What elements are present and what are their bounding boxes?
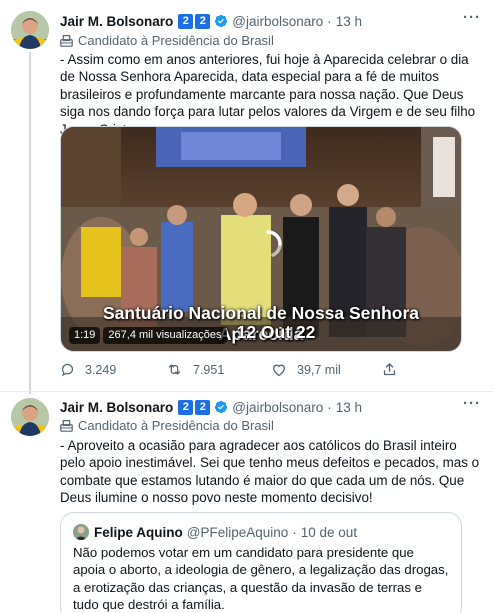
separator-dot: · bbox=[327, 13, 332, 29]
retweet-icon bbox=[168, 364, 181, 375]
reply-icon bbox=[61, 363, 74, 377]
heart-icon bbox=[272, 364, 286, 377]
reply-count: 3.249 bbox=[85, 362, 117, 377]
thread-line bbox=[29, 52, 31, 394]
verified-icon bbox=[215, 400, 228, 414]
badge-two: 2 bbox=[178, 399, 194, 415]
separator-dot: · bbox=[292, 524, 297, 540]
tweet-time[interactable]: 13 h bbox=[336, 400, 362, 415]
share-icon bbox=[383, 363, 396, 376]
like-button[interactable]: 39,7 mil bbox=[271, 362, 341, 377]
video-views: 267,4 mil visualizações bbox=[103, 327, 227, 344]
tweet-time[interactable]: 13 h bbox=[336, 14, 362, 29]
quoted-tweet[interactable]: Felipe Aquino @PFelipeAquino · 10 de out… bbox=[60, 512, 462, 613]
badge-two: 2 bbox=[178, 13, 194, 29]
author-handle[interactable]: @jairbolsonaro bbox=[232, 14, 323, 29]
quote-avatar bbox=[73, 524, 89, 540]
action-bar: 3.249 7.951 39,7 mil bbox=[60, 362, 450, 380]
tweet-text: - Aproveito a ocasião para agradecer aos… bbox=[60, 438, 480, 506]
video-duration: 1:19 bbox=[69, 327, 101, 344]
label-text: Candidato à Presidência do Brasil bbox=[78, 417, 274, 433]
reply-button[interactable]: 3.249 bbox=[60, 362, 116, 377]
retweet-button[interactable]: 7.951 bbox=[166, 362, 224, 377]
quote-text: Não podemos votar em um candidato para p… bbox=[73, 545, 449, 613]
quote-header: Felipe Aquino @PFelipeAquino · 10 de out bbox=[73, 523, 357, 541]
author-name[interactable]: Jair M. Bolsonaro bbox=[60, 400, 173, 415]
avatar[interactable] bbox=[11, 398, 49, 436]
government-label[interactable]: Candidato à Presidência do Brasil bbox=[60, 416, 274, 434]
government-label[interactable]: Candidato à Presidência do Brasil bbox=[60, 31, 274, 49]
verified-icon bbox=[215, 14, 228, 28]
ballot-box-icon bbox=[60, 419, 73, 432]
tweet-1[interactable]: Jair M. Bolsonaro 2 2 @jairbolsonaro · 1… bbox=[0, 0, 493, 394]
retweet-count: 7.951 bbox=[193, 362, 225, 377]
video-info: 1:19 267,4 mil visualizações bbox=[69, 327, 230, 344]
quote-date: 10 de out bbox=[300, 524, 358, 540]
tweet-text: - Assim como em anos anteriores, fui hoj… bbox=[60, 52, 476, 137]
quote-author-name: Felipe Aquino bbox=[94, 524, 183, 540]
share-button[interactable] bbox=[382, 362, 407, 377]
tweet-2[interactable]: Jair M. Bolsonaro 2 2 @jairbolsonaro · 1… bbox=[0, 392, 493, 613]
ballot-box-icon bbox=[60, 34, 73, 47]
tweet-header: Jair M. Bolsonaro 2 2 @jairbolsonaro · 1… bbox=[60, 395, 481, 417]
badge-two: 2 bbox=[195, 399, 211, 415]
more-options-icon[interactable]: ··· bbox=[463, 9, 481, 26]
badge-two: 2 bbox=[195, 13, 211, 29]
author-handle[interactable]: @jairbolsonaro bbox=[232, 400, 323, 415]
tweet-header: Jair M. Bolsonaro 2 2 @jairbolsonaro · 1… bbox=[60, 9, 481, 31]
quote-author-handle: @PFelipeAquino bbox=[186, 524, 289, 540]
label-text: Candidato à Presidência do Brasil bbox=[78, 32, 274, 48]
avatar[interactable] bbox=[11, 11, 49, 49]
video-player[interactable]: Santuário Nacional de Nossa Senhora Apar… bbox=[60, 126, 462, 352]
like-count: 39,7 mil bbox=[297, 362, 341, 377]
separator-dot: · bbox=[327, 399, 332, 415]
author-name[interactable]: Jair M. Bolsonaro bbox=[60, 14, 173, 29]
loading-spinner-icon bbox=[266, 230, 282, 257]
more-options-icon[interactable]: ··· bbox=[463, 395, 481, 412]
